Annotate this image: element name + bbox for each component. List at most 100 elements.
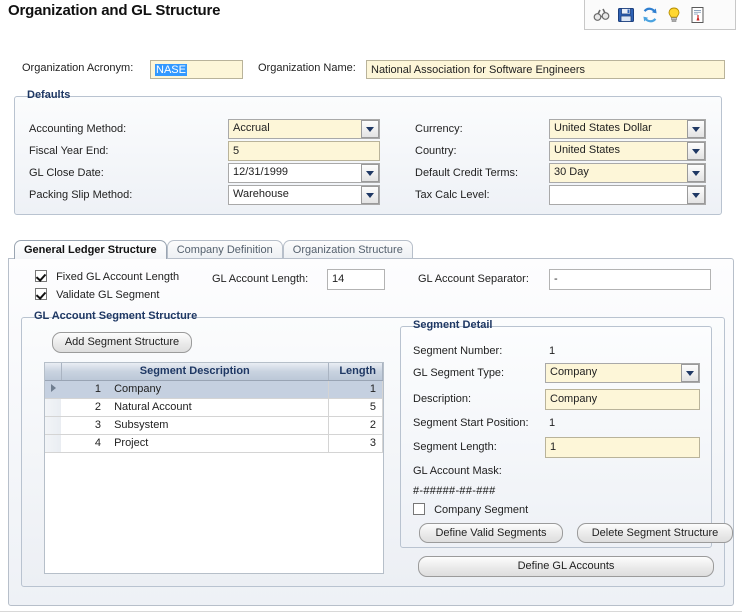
segment-start-position-value: 1	[549, 417, 556, 429]
organization-gl-structure-window: Organization and GL Structure Organizati…	[0, 0, 742, 614]
chevron-down-icon[interactable]	[361, 186, 379, 204]
lightbulb-icon[interactable]	[665, 6, 683, 24]
row-number: 4	[94, 437, 101, 449]
tab-organization-structure[interactable]: Organization Structure	[282, 240, 413, 259]
tab-strip: General Ledger Structure Company Definit…	[14, 240, 413, 259]
segment-number-label: Segment Number:	[413, 345, 503, 357]
refresh-icon[interactable]	[641, 6, 659, 24]
organization-acronym-input[interactable]: NASE	[150, 60, 243, 79]
defaults-group: Defaults Accounting Method: Fiscal Year …	[14, 89, 722, 215]
accounting-method-dropdown[interactable]: Accrual	[228, 119, 380, 139]
company-segment-label: Company Segment	[434, 504, 529, 516]
chevron-down-icon[interactable]	[687, 142, 705, 160]
row-selector	[45, 434, 61, 453]
table-body: 1 Company 1 2 Natural Account 5 3 Subsys…	[45, 380, 383, 453]
gl-account-mask-value: #-#####-##-###	[413, 485, 496, 497]
organization-acronym-label: Organization Acronym:	[22, 62, 134, 74]
chevron-down-icon[interactable]	[687, 186, 705, 204]
country-dropdown[interactable]: United States	[549, 141, 706, 161]
gl-account-segment-structure-title: GL Account Segment Structure	[30, 310, 202, 322]
validate-gl-segment-row[interactable]: Validate GL Segment	[35, 288, 159, 301]
gl-segment-type-value: Company	[550, 366, 598, 378]
accounting-method-label: Accounting Method:	[29, 123, 127, 135]
segment-detail-title: Segment Detail	[409, 319, 497, 331]
row-description-cell: 3 Subsystem	[61, 416, 329, 435]
row-length: 1	[328, 380, 383, 399]
page-title: Organization and GL Structure	[8, 2, 221, 19]
gl-account-segment-structure-group: GL Account Segment Structure Add Segment…	[21, 310, 733, 587]
row-selector	[45, 380, 61, 399]
gl-segment-type-label: GL Segment Type:	[413, 367, 505, 379]
default-credit-terms-label: Default Credit Terms:	[415, 167, 519, 179]
gl-segment-type-dropdown[interactable]: Company	[545, 363, 700, 383]
gl-account-length-label: GL Account Length:	[212, 273, 309, 285]
fixed-gl-account-length-checkbox[interactable]	[35, 270, 47, 282]
window-bottom-divider	[0, 611, 742, 612]
description-label: Description:	[413, 393, 472, 405]
chevron-down-icon[interactable]	[361, 120, 379, 138]
segment-structure-table: Segment Description Length 1 Company 1 2…	[45, 363, 383, 453]
description-input[interactable]: Company	[545, 389, 700, 410]
accounting-method-value: Accrual	[233, 122, 270, 134]
chevron-down-icon[interactable]	[361, 164, 379, 182]
segment-length-input[interactable]: 1	[545, 437, 700, 458]
gl-close-date-dropdown[interactable]: 12/31/1999	[228, 163, 380, 183]
define-gl-accounts-button[interactable]: Define GL Accounts	[418, 556, 714, 577]
row-description-cell: 4 Project	[61, 434, 329, 453]
row-description: Natural Account	[114, 401, 192, 413]
save-icon[interactable]	[617, 6, 635, 24]
default-credit-terms-value: 30 Day	[554, 166, 589, 178]
table-header-indicator	[45, 363, 62, 381]
gl-account-length-input[interactable]: 14	[327, 269, 385, 290]
organization-name-label: Organization Name:	[258, 62, 356, 74]
add-segment-structure-button[interactable]: Add Segment Structure	[52, 332, 192, 353]
tab-company-definition[interactable]: Company Definition	[166, 240, 283, 259]
gl-close-date-label: GL Close Date:	[29, 167, 104, 179]
table-header: Segment Description Length	[45, 363, 383, 381]
row-number: 2	[94, 401, 101, 413]
gl-account-separator-input[interactable]: -	[549, 269, 711, 290]
currency-label: Currency:	[415, 123, 463, 135]
default-credit-terms-dropdown[interactable]: 30 Day	[549, 163, 706, 183]
row-selector	[45, 416, 61, 435]
validate-gl-segment-checkbox[interactable]	[35, 288, 47, 300]
segment-detail-group: Segment Detail Segment Number: 1 GL Segm…	[400, 319, 733, 548]
row-description-cell: 2 Natural Account	[61, 398, 329, 417]
row-number: 1	[94, 383, 101, 395]
toolbar	[584, 0, 736, 30]
segment-structure-grid[interactable]: Segment Description Length 1 Company 1 2…	[44, 362, 384, 574]
packing-slip-method-dropdown[interactable]: Warehouse	[228, 185, 380, 205]
table-row[interactable]: 2 Natural Account 5	[45, 398, 383, 417]
company-segment-checkbox[interactable]	[413, 503, 425, 515]
table-header-length: Length	[328, 363, 383, 381]
company-segment-row[interactable]: Company Segment	[413, 503, 528, 516]
table-row[interactable]: 4 Project 3	[45, 434, 383, 453]
fixed-gl-account-length-row[interactable]: Fixed GL Account Length	[35, 270, 179, 283]
currency-dropdown[interactable]: United States Dollar	[549, 119, 706, 139]
defaults-group-title: Defaults	[23, 89, 75, 101]
packing-slip-method-label: Packing Slip Method:	[29, 189, 133, 201]
table-row[interactable]: 3 Subsystem 2	[45, 416, 383, 435]
fiscal-year-end-input[interactable]: 5	[228, 141, 380, 161]
fixed-gl-account-length-label: Fixed GL Account Length	[56, 271, 180, 283]
binoculars-icon[interactable]	[593, 6, 611, 24]
table-header-segment-description: Segment Description	[61, 363, 329, 381]
gl-account-separator-label: GL Account Separator:	[418, 273, 529, 285]
tax-calc-level-label: Tax Calc Level:	[415, 189, 490, 201]
report-icon[interactable]	[689, 6, 707, 24]
row-description: Project	[114, 437, 149, 449]
table-row[interactable]: 1 Company 1	[45, 380, 383, 399]
organization-name-input[interactable]: National Association for Software Engine…	[366, 60, 725, 79]
define-valid-segments-button[interactable]: Define Valid Segments	[419, 523, 563, 543]
chevron-down-icon[interactable]	[687, 164, 705, 182]
segment-length-label: Segment Length:	[413, 441, 497, 453]
row-length: 2	[328, 416, 383, 435]
organization-acronym-value: NASE	[155, 64, 187, 76]
tab-general-ledger-structure[interactable]: General Ledger Structure	[14, 240, 167, 259]
chevron-down-icon[interactable]	[687, 120, 705, 138]
chevron-down-icon[interactable]	[681, 364, 699, 382]
row-description: Subsystem	[114, 419, 169, 431]
fiscal-year-end-label: Fiscal Year End:	[29, 145, 109, 157]
tax-calc-level-dropdown[interactable]	[549, 185, 706, 205]
delete-segment-structure-button[interactable]: Delete Segment Structure	[577, 523, 733, 543]
